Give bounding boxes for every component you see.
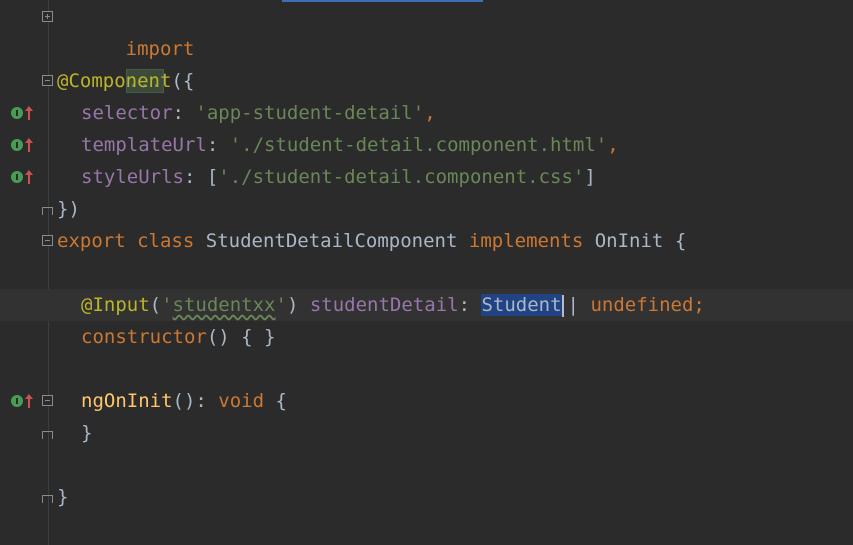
code-line-3[interactable]: @Component({	[0, 65, 853, 97]
fold-end-icon[interactable]	[42, 431, 53, 439]
template-url-key: templateUrl	[81, 134, 207, 156]
code-line-7[interactable]: })	[0, 193, 853, 225]
code-line-16[interactable]: }	[0, 481, 853, 513]
fold-collapse-icon[interactable]	[42, 75, 53, 86]
code-line-13[interactable]: ngOnInit(): void {	[0, 385, 853, 417]
fold-end-icon[interactable]	[42, 495, 53, 503]
override-up-arrow-icon[interactable]	[11, 394, 35, 408]
template-url-value: './student-detail.component.html'	[229, 134, 608, 156]
text-caret	[561, 294, 564, 317]
code-line-5[interactable]: templateUrl: './student-detail.component…	[0, 129, 853, 161]
input-alias-arg: studentxx	[172, 294, 276, 316]
undefined-keyword: undefined	[590, 294, 694, 316]
code-line-14[interactable]: }	[0, 417, 853, 449]
class-keyword: class	[137, 230, 195, 252]
override-up-arrow-icon[interactable]	[11, 106, 35, 120]
code-line-1[interactable]: import ...	[0, 1, 853, 93]
fold-collapse-icon[interactable]	[42, 395, 53, 406]
code-line-8[interactable]: export class StudentDetailComponent impl…	[0, 225, 853, 257]
export-keyword: export	[57, 230, 126, 252]
student-detail-prop: studentDetail	[309, 294, 459, 316]
class-name: StudentDetailComponent	[205, 230, 458, 252]
code-line-6[interactable]: styleUrls: ['./student-detail.component.…	[0, 161, 853, 193]
selector-value: 'app-student-detail'	[195, 102, 425, 124]
style-urls-key: styleUrls	[81, 166, 184, 188]
selector-key: selector	[81, 102, 173, 124]
component-decorator: @Component	[57, 70, 172, 92]
interface-name: OnInit	[594, 230, 664, 252]
implements-keyword: implements	[468, 230, 584, 252]
code-line-10[interactable]: @Input('studentxx') studentDetail: Stude…	[0, 289, 853, 321]
selected-type[interactable]: Student	[481, 294, 562, 316]
override-up-arrow-icon[interactable]	[11, 138, 35, 152]
void-keyword: void	[218, 390, 265, 412]
input-decorator: @Input	[81, 294, 150, 316]
fold-collapse-icon[interactable]	[42, 235, 53, 246]
style-urls-value: './student-detail.component.css'	[218, 166, 585, 188]
ng-on-init-method: ngOnInit	[81, 390, 173, 412]
code-line-4[interactable]: selector: 'app-student-detail',	[0, 97, 853, 129]
constructor-keyword: constructor	[81, 326, 207, 348]
fold-end-icon[interactable]	[42, 207, 53, 215]
fold-expand-icon[interactable]	[42, 11, 53, 22]
import-keyword: import	[125, 38, 195, 60]
code-line-11[interactable]: constructor() { }	[0, 321, 853, 353]
override-up-arrow-icon[interactable]	[11, 170, 35, 184]
code-editor[interactable]: import ... @Component({ selector: 'app-s…	[0, 0, 853, 545]
